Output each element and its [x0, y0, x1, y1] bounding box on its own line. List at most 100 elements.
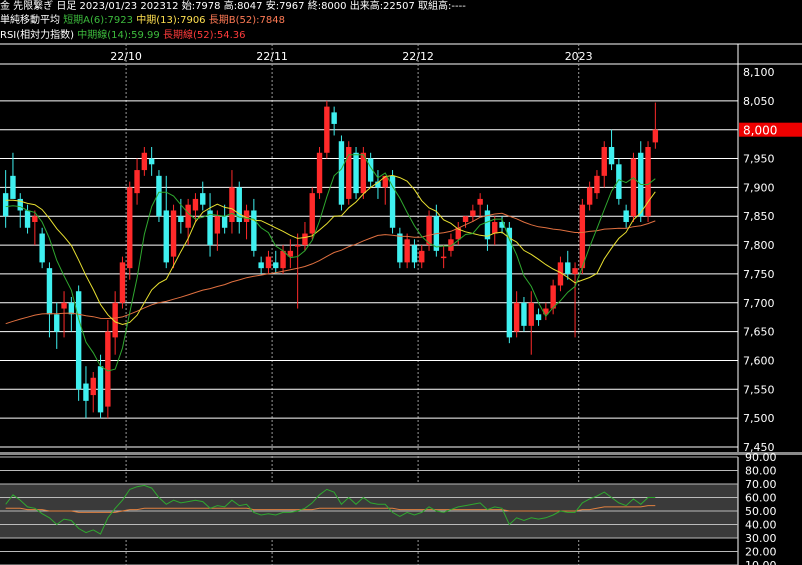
candle-body	[521, 302, 527, 326]
rsi-tick-label: 30.00	[745, 532, 777, 545]
candle-body	[324, 106, 330, 153]
candle-body	[163, 210, 169, 263]
candle-body	[616, 164, 622, 199]
candle-body	[565, 262, 571, 274]
rsi-tick-label: 90.00	[745, 451, 777, 464]
candle-body	[572, 268, 578, 274]
candle-body	[83, 383, 89, 401]
price-tick-label: 7,750	[743, 268, 775, 281]
candle-body	[273, 262, 279, 269]
candle-body	[127, 187, 133, 269]
candle-body	[426, 216, 432, 246]
price-axis: 7,4507,5007,5507,6007,6507,7007,7507,800…	[737, 44, 802, 454]
candle-body	[170, 210, 177, 257]
candle-body	[550, 285, 556, 309]
candle-body	[492, 222, 498, 234]
candle-body	[221, 216, 228, 228]
price-tick-label: 7,700	[743, 297, 775, 310]
candles	[2, 100, 659, 419]
month-label: 2023	[565, 50, 593, 63]
candle-body	[630, 158, 637, 217]
price-grid	[0, 100, 738, 448]
candlestick-chart[interactable]: 22/10 22/11 22/12 2023 7,4507,5007,5507,600…	[0, 0, 802, 565]
price-tick-label: 7,500	[743, 412, 775, 425]
candle-body	[623, 210, 629, 222]
candle-body	[411, 245, 418, 263]
price-tick-label: 7,600	[743, 354, 775, 367]
candle-body	[134, 170, 140, 194]
candle-body	[302, 233, 308, 246]
price-tick-label: 7,900	[743, 181, 775, 194]
candle-body	[178, 216, 184, 222]
candle-body	[207, 210, 213, 246]
candle-body	[280, 250, 286, 269]
price-tick-label: 7,800	[743, 239, 775, 252]
candle-body	[200, 193, 206, 205]
candle-body	[229, 187, 235, 222]
candle-body	[32, 216, 38, 222]
candle-body	[141, 152, 148, 171]
rsi-tick-label: 10.00	[745, 559, 777, 565]
candle-body	[105, 331, 111, 407]
rsi-tick-label: 50.00	[745, 505, 777, 518]
candle-body	[645, 147, 651, 217]
candle-body	[353, 152, 359, 194]
month-label: 22/10	[110, 50, 142, 63]
rsi-tick-label: 70.00	[745, 478, 777, 491]
candle-body	[10, 175, 16, 199]
candle-body	[440, 256, 447, 259]
price-tick-label: 8,050	[743, 95, 775, 108]
candle-body	[75, 291, 82, 390]
rsi-tick-label: 40.00	[745, 519, 777, 532]
candle-body	[652, 129, 659, 143]
candle-body	[192, 198, 199, 211]
candle-body	[294, 245, 301, 247]
candle-body	[251, 210, 257, 251]
candle-body	[404, 239, 410, 263]
price-tick-label: 7,950	[743, 153, 775, 166]
candle-body	[46, 268, 53, 315]
panel-separator	[0, 452, 802, 455]
candle-body	[214, 216, 221, 234]
candle-body	[54, 314, 60, 332]
price-tick-label: 7,650	[743, 326, 775, 339]
candle-body	[258, 262, 264, 269]
candle-body	[513, 302, 520, 332]
candle-body	[338, 141, 345, 205]
rsi-tick-label: 60.00	[745, 492, 777, 505]
candle-body	[90, 377, 96, 396]
candle-body	[309, 193, 315, 234]
month-label: 22/12	[402, 50, 434, 63]
rsi-panel: 10.0020.0030.0040.0050.0060.0070.0080.00…	[0, 451, 802, 565]
candle-body	[601, 147, 607, 176]
candle-body	[68, 302, 75, 315]
candle-body	[331, 112, 337, 124]
candle-body	[579, 204, 586, 269]
candle-body	[535, 314, 542, 321]
current-price-label: 8,000	[743, 124, 777, 138]
candle-body	[119, 262, 126, 303]
rsi-tick-label: 20.00	[745, 546, 777, 559]
candle-body	[2, 193, 9, 217]
candle-body	[462, 216, 469, 222]
candle-body	[316, 152, 323, 194]
candle-body	[61, 302, 67, 309]
candle-body	[419, 250, 425, 263]
price-tick-label: 7,550	[743, 383, 775, 396]
month-label: 22/11	[256, 50, 288, 63]
candle-body	[265, 256, 272, 269]
candle-body	[470, 210, 476, 217]
candle-body	[477, 198, 483, 205]
price-tick-label: 8,100	[743, 66, 775, 79]
candle-body	[608, 147, 615, 165]
candle-body	[586, 187, 593, 205]
candle-body	[148, 158, 155, 165]
candle-body	[39, 233, 45, 263]
candle-body	[97, 366, 104, 413]
ma-mid-line	[5, 174, 656, 326]
candle-body	[397, 233, 403, 263]
candle-body	[528, 302, 534, 326]
candle-body	[594, 175, 600, 194]
candle-body	[185, 204, 191, 228]
price-tick-label: 7,850	[743, 210, 775, 223]
